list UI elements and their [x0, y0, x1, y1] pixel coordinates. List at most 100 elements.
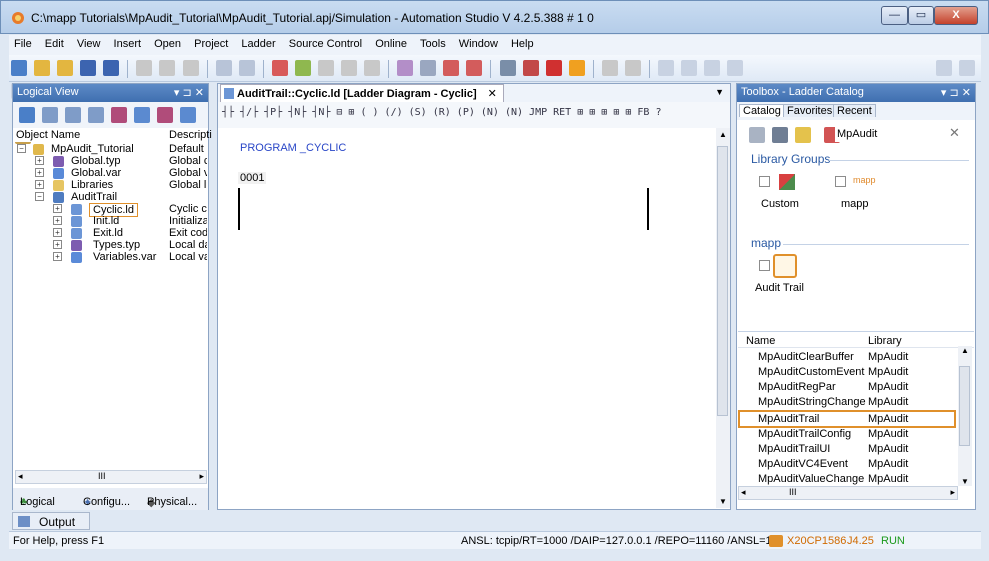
transfer-icon[interactable]: [294, 60, 311, 76]
column-description[interactable]: Descripti: [169, 129, 212, 141]
expand-icon[interactable]: +: [53, 252, 62, 261]
column-name[interactable]: Name: [746, 335, 775, 347]
menu-file[interactable]: File: [9, 35, 37, 50]
package-icon[interactable]: [111, 107, 128, 123]
stop-icon[interactable]: [522, 60, 539, 76]
table-row-selected[interactable]: MpAuditTrail MpAudit: [738, 410, 956, 428]
watch-icon[interactable]: [420, 60, 437, 76]
power-icon[interactable]: [545, 60, 562, 76]
group-icon[interactable]: [772, 127, 789, 143]
build-icon[interactable]: [317, 60, 334, 76]
cut-icon[interactable]: [136, 60, 153, 76]
ladder-toolbar[interactable]: ┤├ ┤/├ ┤P├ ┤N├ ┤N├ ⊟ ⊞ ( ) (/) (S) (R) (…: [218, 102, 730, 128]
library-vertical-scrollbar[interactable]: ▲ ▼: [958, 346, 972, 486]
output-tab[interactable]: Output: [12, 512, 90, 530]
editor-scroll-thumb[interactable]: [717, 146, 728, 416]
scroll-right-icon[interactable]: ▸: [199, 471, 204, 482]
edit-icon[interactable]: [180, 107, 197, 123]
window-split-icon[interactable]: [681, 60, 698, 76]
rung-number[interactable]: 0001: [238, 172, 267, 184]
open-file-icon[interactable]: [57, 60, 74, 76]
menu-tools[interactable]: Tools: [415, 35, 451, 50]
scroll-left-icon[interactable]: ◂: [18, 471, 23, 482]
mapp-audit-trail-item[interactable]: Audit Trail: [751, 254, 811, 294]
maximize-button[interactable]: ▭: [908, 6, 934, 25]
expand-icon[interactable]: +: [35, 156, 44, 165]
table-row[interactable]: MpAuditValueChange MpAudit: [738, 472, 958, 487]
expand-icon[interactable]: +: [53, 240, 62, 249]
properties-icon[interactable]: [42, 107, 59, 123]
tab-recent[interactable]: Recent: [833, 104, 876, 117]
menu-online[interactable]: Online: [370, 35, 412, 50]
menu-view[interactable]: View: [72, 35, 106, 50]
rebuild-icon[interactable]: [341, 60, 357, 76]
panel-controls[interactable]: ▾ ⊐ ✕: [174, 86, 204, 99]
save-all-icon[interactable]: [103, 60, 120, 76]
navigate-back-icon[interactable]: [936, 60, 953, 76]
audit-trail-checkbox[interactable]: [759, 260, 770, 271]
close-window-button[interactable]: X: [934, 6, 978, 25]
expand-icon[interactable]: +: [53, 228, 62, 237]
column-library[interactable]: Library: [868, 335, 902, 347]
scroll-up-icon[interactable]: ▲: [961, 346, 969, 355]
tab-list-icon[interactable]: ▼: [715, 87, 724, 97]
new-project-icon[interactable]: [11, 60, 27, 76]
table-row[interactable]: MpAuditClearBuffer MpAudit: [738, 350, 958, 365]
menu-edit[interactable]: Edit: [40, 35, 69, 50]
save-icon[interactable]: [80, 60, 97, 76]
settings-icon[interactable]: [601, 60, 618, 76]
delete-icon[interactable]: [271, 60, 288, 76]
menu-ladder[interactable]: Ladder: [236, 35, 280, 50]
library-horizontal-scrollbar[interactable]: ◂ III ▸: [738, 486, 958, 500]
tab-favorites[interactable]: Favorites: [783, 104, 837, 117]
tree-item-variables-var[interactable]: + Variables.var Local va: [13, 251, 208, 264]
window-arrange-icon[interactable]: [704, 60, 721, 76]
table-row[interactable]: MpAuditRegPar MpAudit: [738, 380, 958, 395]
copy-icon[interactable]: [159, 60, 176, 76]
window-list-icon[interactable]: [727, 60, 744, 76]
scroll-thumb-grip[interactable]: III: [98, 471, 106, 481]
group-custom-checkbox[interactable]: [759, 176, 770, 187]
table-row[interactable]: MpAuditCustomEvent MpAudit: [738, 365, 958, 380]
scroll-down-icon[interactable]: ▼: [961, 477, 969, 486]
navigate-forward-icon[interactable]: [959, 60, 976, 76]
undo-icon[interactable]: [215, 60, 232, 76]
minimize-button[interactable]: —: [881, 6, 908, 25]
monitor-icon[interactable]: [397, 60, 414, 76]
ladder-canvas[interactable]: PROGRAM _CYCLIC 0001: [218, 128, 715, 508]
collapse-icon[interactable]: −: [35, 192, 44, 201]
scroll-left-icon[interactable]: ◂: [741, 487, 746, 498]
menu-insert[interactable]: Insert: [109, 35, 147, 50]
redo-icon[interactable]: [238, 60, 255, 76]
paste-icon[interactable]: [182, 60, 199, 76]
scroll-thumb-grip[interactable]: III: [789, 487, 797, 497]
group-mapp-checkbox[interactable]: [835, 176, 846, 187]
menu-window[interactable]: Window: [454, 35, 503, 50]
details-icon[interactable]: [65, 107, 82, 123]
expand-icon[interactable]: +: [53, 204, 62, 213]
menu-open[interactable]: Open: [149, 35, 186, 50]
window-icon[interactable]: [658, 60, 674, 76]
expand-icon[interactable]: +: [35, 168, 44, 177]
expand-icon[interactable]: +: [35, 180, 44, 189]
table-row[interactable]: MpAuditVC4Event MpAudit: [738, 457, 958, 472]
group-mapp[interactable]: mapp mapp: [831, 175, 881, 210]
library-icon[interactable]: [157, 107, 174, 123]
favorite-star-icon[interactable]: [795, 127, 812, 143]
breakpoint-icon[interactable]: [443, 60, 460, 76]
configuration-icon[interactable]: [364, 60, 381, 76]
close-tab-icon[interactable]: ✕: [488, 88, 497, 100]
scroll-right-icon[interactable]: ▸: [950, 487, 955, 498]
tools-icon[interactable]: [624, 60, 641, 76]
scroll-down-icon[interactable]: ▼: [719, 497, 727, 506]
menu-project[interactable]: Project: [189, 35, 233, 50]
clear-search-icon[interactable]: ✕: [949, 125, 960, 141]
logical-horizontal-scrollbar[interactable]: ◂ III ▸: [15, 470, 207, 484]
table-row[interactable]: MpAuditTrailUI MpAudit: [738, 442, 958, 457]
panel-controls[interactable]: ▾ ⊐ ✕: [941, 86, 971, 99]
cpu-status-icon[interactable]: [568, 60, 585, 76]
table-row[interactable]: MpAuditTrailConfig MpAudit: [738, 427, 958, 442]
group-custom[interactable]: Custom: [755, 174, 805, 210]
tab-catalog[interactable]: Catalog: [739, 104, 785, 117]
collapse-icon[interactable]: −: [17, 144, 26, 153]
